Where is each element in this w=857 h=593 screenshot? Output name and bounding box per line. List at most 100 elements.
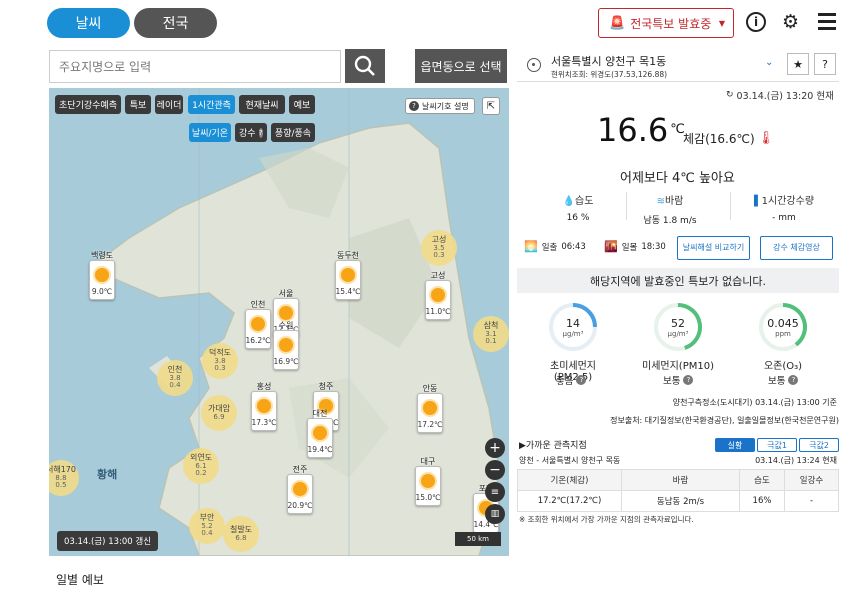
nearby-station: 양천 - 서울특별시 양천구 목동	[519, 456, 621, 465]
map-btn-forecast[interactable]: 예보	[289, 95, 315, 114]
station-card[interactable]: 전주 20.9℃	[287, 465, 313, 514]
map-btn-wind[interactable]: 풍향/풍속	[271, 123, 315, 142]
location-name[interactable]: 서울특별시 양천구 목1동	[551, 53, 666, 69]
gear-icon[interactable]: ⚙	[782, 11, 799, 33]
station-card[interactable]: 백령도 9.0℃	[89, 251, 115, 300]
station-bubble[interactable]: 삼척 3.1 0.1	[473, 316, 509, 352]
menu-icon[interactable]	[818, 13, 836, 30]
sunset-icon: 🌇	[604, 240, 618, 253]
cell: -	[784, 490, 839, 512]
star-icon[interactable]: ★	[787, 53, 809, 75]
station-card[interactable]: 인천 16.2℃	[245, 300, 271, 349]
tab-extreme1[interactable]: 극값1	[757, 438, 797, 452]
station-bubble[interactable]: 덕적도 3.8 0.3	[202, 343, 238, 379]
rain-video-button[interactable]: 강수 체감영상	[760, 236, 833, 260]
nearby-table: 기온(체감) 바람 습도 일강수 17.2℃(17.2℃) 동남동 2m/s 1…	[517, 469, 839, 512]
help-button[interactable]: ?	[814, 53, 836, 75]
help-icon: ?	[788, 375, 799, 385]
cell: 16%	[739, 490, 785, 512]
rain-gauge-icon: ▌	[753, 196, 762, 207]
ozone-grade: 보통?	[768, 373, 799, 387]
help-icon: ?	[683, 375, 694, 385]
divider	[730, 192, 731, 220]
station-card[interactable]: 안동 17.2℃	[417, 384, 443, 433]
tab-extreme2[interactable]: 극값2	[799, 438, 839, 452]
crosshair-icon[interactable]	[527, 58, 541, 72]
tab-weather[interactable]: 날씨	[47, 8, 130, 38]
station-card[interactable]: 대구 15.0℃	[415, 457, 441, 506]
map-update-time: 03.14.(금) 13:00 갱신	[57, 531, 159, 551]
ozone-label: 오존(O₃)	[763, 361, 803, 372]
map-btn-nowcast[interactable]: 초단기강수예측	[55, 95, 121, 114]
current-temp: 16.6 ℃	[597, 111, 685, 149]
station-bubble[interactable]: 외연도 6.1 0.2	[183, 448, 219, 484]
weather-explain-button[interactable]: 날씨해설 비교하기	[677, 236, 750, 260]
sunrise: 🌅 일출 06:43	[524, 240, 586, 253]
col-header: 습도	[739, 469, 785, 491]
wind-icon: ≋	[656, 196, 665, 207]
table-row: 17.2℃(17.2℃) 동남동 2m/s 16% -	[517, 490, 839, 512]
map-btn-radar[interactable]: 레이더	[155, 95, 183, 114]
station-card[interactable]: 수원 16.9℃	[273, 321, 299, 370]
sun-icon	[313, 426, 327, 440]
station-card[interactable]: 고성 11.0℃	[425, 271, 451, 320]
station-bubble[interactable]: 고성 3.5 0.3	[421, 230, 457, 266]
sun-icon	[431, 288, 445, 302]
sun-icon	[257, 399, 271, 413]
columns-icon[interactable]: ▥	[485, 504, 505, 524]
station-bubble[interactable]: 칠발도 6.8	[223, 516, 259, 552]
weather-map[interactable]: 초단기강수예측 특보 레이더 1시간관측 현재날씨 예보 날씨/기온 강수? 풍…	[49, 88, 509, 556]
map-btn-hourly-obs[interactable]: 1시간관측	[188, 95, 235, 114]
map-btn-rain[interactable]: 강수?	[235, 123, 267, 142]
station-bubble[interactable]: 가대암 6.9	[201, 395, 237, 431]
cell: 동남동 2m/s	[621, 490, 740, 512]
chevron-down-icon[interactable]: ⌄	[765, 57, 773, 68]
cell: 17.2℃(17.2℃)	[517, 490, 622, 512]
station-card[interactable]: 동두천 15.4℃	[335, 251, 361, 300]
search-button[interactable]	[345, 49, 385, 83]
help-icon: ?	[576, 375, 587, 385]
warning-notice: 해당지역에 발효중인 특보가 없습니다.	[517, 268, 839, 293]
sunrise-icon: 🌅	[524, 240, 538, 253]
humidity-block: 💧습도 16 %	[562, 196, 594, 223]
external-link-icon[interactable]: ⇱	[482, 97, 500, 115]
station-card[interactable]: 홍성 17.3℃	[251, 382, 277, 431]
sun-icon	[251, 317, 265, 331]
map-btn-current[interactable]: 현재날씨	[239, 95, 285, 114]
nearby-note: ※ 조회한 위치에서 가장 가까운 지점의 관측자료입니다.	[519, 515, 694, 524]
map-btn-warning[interactable]: 특보	[125, 95, 151, 114]
sun-icon	[279, 306, 293, 320]
station-bubble[interactable]: 부안 5.2 0.4	[189, 508, 225, 544]
sun-icon	[423, 401, 437, 415]
help-icon: ?	[258, 127, 263, 138]
map-btn-temp[interactable]: 날씨/기온	[189, 123, 231, 142]
sun-icon	[279, 338, 293, 352]
station-card[interactable]: 대전 19.4℃	[307, 409, 333, 458]
feels-like: 체감(16.6℃) 🌡	[683, 131, 775, 146]
info-icon[interactable]: i	[746, 12, 766, 32]
nationwide-alert-dropdown[interactable]: 🚨 전국특보 발효중 ▼	[598, 8, 734, 38]
zoom-in-button[interactable]: +	[485, 438, 505, 458]
layers-icon[interactable]: ≡	[485, 482, 505, 502]
zoom-out-button[interactable]: −	[485, 460, 505, 480]
sun-icon	[293, 482, 307, 496]
compare-yesterday: 어제보다 4℃ 높아요	[620, 171, 735, 186]
air-source: 정보출처: 대기질정보(한국환경공단), 일출일몰정보(한국천문연구원)	[610, 416, 839, 425]
tab-realtime[interactable]: 실황	[715, 438, 755, 452]
search-input[interactable]: 주요지명으로 입력	[49, 50, 341, 83]
wind-block: ≋바람 남동 1.8 m/s	[643, 196, 697, 226]
col-header: 바람	[621, 469, 740, 491]
chevron-down-icon: ▼	[718, 18, 725, 28]
nearby-title: ▶가까운 관측지점	[519, 441, 587, 451]
station-bubble[interactable]: 인천 3.8 0.4	[157, 360, 193, 396]
location-bar: 서울특별시 양천구 목1동 현위치조회: 위경도(37.53,126.88) ⌄…	[517, 50, 839, 82]
tab-nationwide[interactable]: 전국	[134, 8, 217, 38]
sunset: 🌇 일몰 18:30	[604, 240, 666, 253]
pm10-grade: 보통?	[663, 373, 694, 387]
select-region-button[interactable]: 읍면동으로 선택	[415, 49, 507, 83]
sun-icon	[95, 268, 109, 282]
siren-icon: 🚨	[609, 15, 626, 31]
legend-button[interactable]: ? 날씨기호 설명	[405, 98, 475, 114]
refresh-icon[interactable]: ↻	[726, 90, 734, 100]
daily-forecast-title: 일별 예보	[56, 573, 104, 587]
